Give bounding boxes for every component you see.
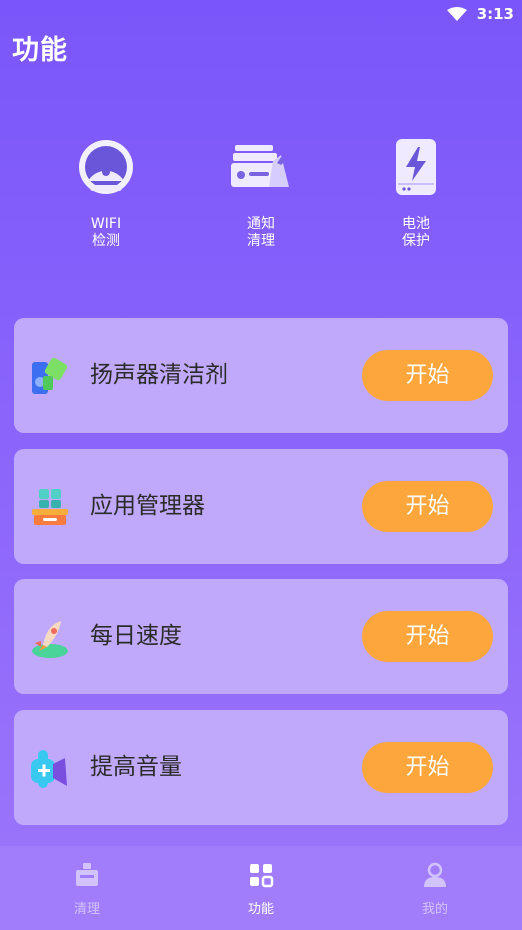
bottom-nav: 清理 功能 我的 [0,846,522,930]
nav-item-profile[interactable]: 我的 [395,862,475,917]
start-button[interactable]: 开始 [362,742,493,793]
quick-tool-wifi[interactable]: WIFI 检测 [56,135,156,250]
battery-icon [396,139,436,195]
feature-title: 提高音量 [90,754,182,780]
wifi-icon [447,7,467,21]
quick-tool-battery[interactable]: 电池 保护 [366,135,466,250]
profile-icon [424,862,446,887]
feature-card-volume-boost[interactable]: 提高音量 开始 [14,710,508,825]
nav-label: 清理 [73,902,100,917]
speedometer-icon [79,140,133,194]
app-manager-icon [32,489,68,525]
nav-label: 功能 [247,902,274,917]
feature-title: 扬声器清洁剂 [90,362,228,388]
quick-tools: WIFI 检测 通知 清理 电池 保护 [0,135,522,255]
notification-clean-icon [231,145,289,187]
feature-title: 应用管理器 [90,493,205,519]
feature-card-daily-speed[interactable]: 每日速度 开始 [14,579,508,694]
feature-card-speaker-cleaner[interactable]: 扬声器清洁剂 开始 [14,318,508,433]
page-title: 功能 [12,35,68,66]
start-button[interactable]: 开始 [362,611,493,662]
start-button[interactable]: 开始 [362,481,493,532]
feature-card-app-manager[interactable]: 应用管理器 开始 [14,449,508,564]
volume-boost-icon [31,750,67,788]
feature-title: 每日速度 [90,623,182,649]
start-button[interactable]: 开始 [362,350,493,401]
speaker-cleaner-icon [32,357,68,394]
status-bar: 3:13 [0,0,522,28]
grid-icon [250,864,274,888]
rocket-icon [32,621,68,658]
clean-icon [76,863,98,886]
quick-tool-label: WIFI 检测 [90,216,122,249]
quick-tool-label: 通知 清理 [247,216,275,249]
nav-label: 我的 [421,902,448,917]
quick-tool-notification[interactable]: 通知 清理 [211,135,311,250]
nav-item-clean[interactable]: 清理 [47,862,127,917]
quick-tool-label: 电池 保护 [402,216,430,249]
status-time: 3:13 [476,5,514,23]
nav-item-features[interactable]: 功能 [221,862,301,917]
